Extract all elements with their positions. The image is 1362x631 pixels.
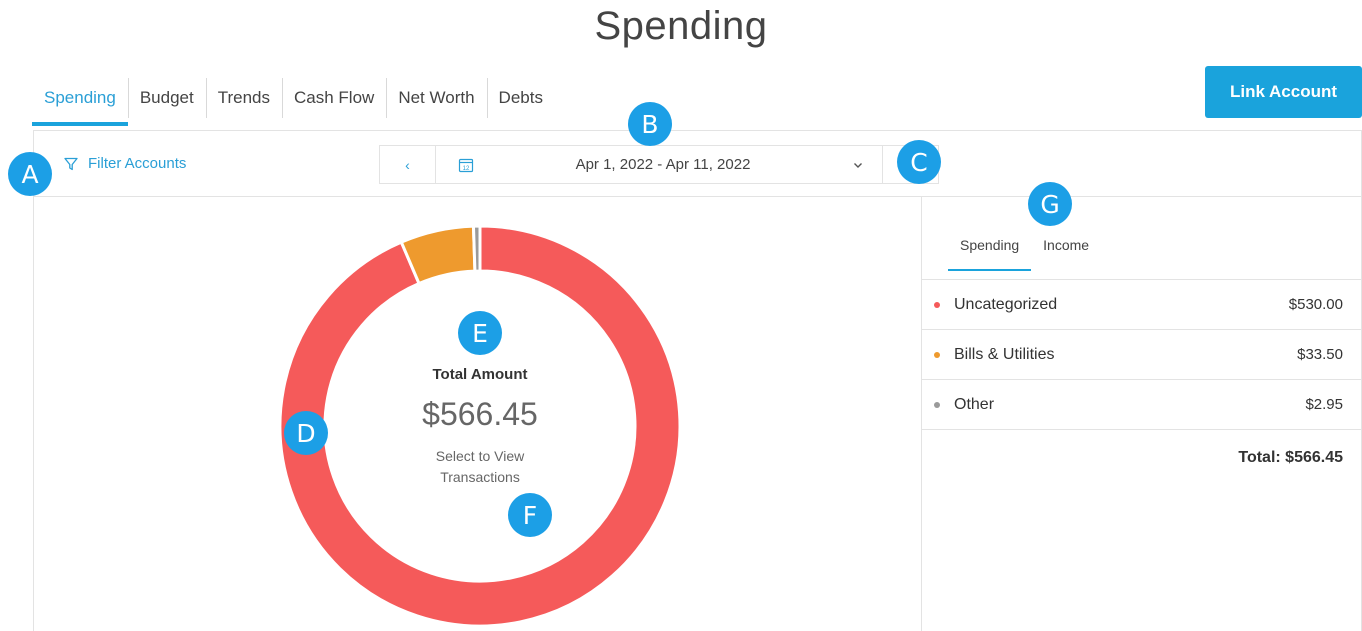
date-range-dropdown[interactable]: 12 Apr 1, 2022 - Apr 11, 2022	[436, 146, 882, 183]
category-name: Uncategorized	[954, 295, 1058, 313]
category-row-other[interactable]: Other $2.95	[922, 380, 1361, 430]
category-row-uncategorized[interactable]: Uncategorized $530.00	[922, 280, 1361, 330]
callout-g: G	[1028, 182, 1072, 226]
category-name: Bills & Utilities	[954, 345, 1055, 363]
page-title: Spending	[594, 4, 768, 48]
category-amount: $530.00	[1288, 296, 1343, 313]
tab-trends[interactable]: Trends	[205, 70, 282, 126]
tab-budget[interactable]: Budget	[127, 70, 206, 126]
category-amount: $33.50	[1297, 346, 1343, 363]
category-sidepanel: Spending Income Uncategorized $530.00 Bi…	[921, 197, 1361, 631]
total-amount-value[interactable]: $566.45	[380, 396, 580, 433]
calendar-icon-day: 12	[463, 165, 470, 171]
date-range-label: Apr 1, 2022 - Apr 11, 2022	[575, 156, 751, 173]
previous-period-button[interactable]: ‹	[380, 146, 436, 183]
callout-a: A	[8, 152, 52, 196]
callout-f: F	[508, 493, 552, 537]
funnel-icon	[64, 157, 78, 170]
spending-panel: Filter Accounts ‹ 12 Apr 1, 2022 - Apr 1…	[33, 130, 1362, 631]
hint-line-1: Select to View	[435, 448, 525, 464]
filter-accounts-button[interactable]: Filter Accounts	[64, 155, 186, 172]
category-amount: $2.95	[1305, 396, 1343, 413]
category-name: Other	[954, 395, 995, 413]
view-transactions-hint[interactable]: Select to View Transactions	[380, 446, 580, 488]
tab-cash-flow[interactable]: Cash Flow	[282, 70, 386, 126]
donut-slice-other[interactable]	[471, 226, 482, 273]
tab-spending[interactable]: Spending	[32, 70, 128, 126]
chevron-down-icon	[854, 162, 862, 168]
category-color-dot	[934, 351, 940, 358]
side-tab-income[interactable]: Income	[1031, 231, 1101, 271]
hint-line-2: Transactions	[440, 469, 520, 485]
callout-d: D	[284, 411, 328, 455]
category-list: Uncategorized $530.00 Bills & Utilities …	[922, 280, 1361, 430]
filter-accounts-label: Filter Accounts	[88, 155, 187, 172]
link-account-button[interactable]: Link Account	[1205, 66, 1362, 118]
category-total: Total: $566.45	[1238, 449, 1343, 466]
callout-b: B	[628, 102, 672, 146]
tab-net-worth[interactable]: Net Worth	[386, 70, 486, 126]
side-tabs: Spending Income	[948, 231, 1101, 271]
calendar-icon: 12	[458, 158, 474, 172]
main-nav-tabs: Spending Budget Trends Cash Flow Net Wor…	[32, 70, 555, 126]
category-color-dot	[934, 401, 940, 408]
total-amount-label: Total Amount	[432, 366, 528, 383]
callout-c: C	[897, 140, 941, 184]
tab-debts[interactable]: Debts	[486, 70, 555, 126]
date-range-navigator: ‹ 12 Apr 1, 2022 - Apr 11, 2022 ›	[379, 145, 939, 184]
category-row-bills-utilities[interactable]: Bills & Utilities $33.50	[922, 330, 1361, 380]
category-color-dot	[934, 301, 940, 308]
toolbar: Filter Accounts ‹ 12 Apr 1, 2022 - Apr 1…	[34, 131, 1361, 197]
side-tab-spending[interactable]: Spending	[948, 231, 1032, 271]
callout-e: E	[458, 311, 502, 355]
chevron-left-icon: ‹	[405, 156, 410, 173]
